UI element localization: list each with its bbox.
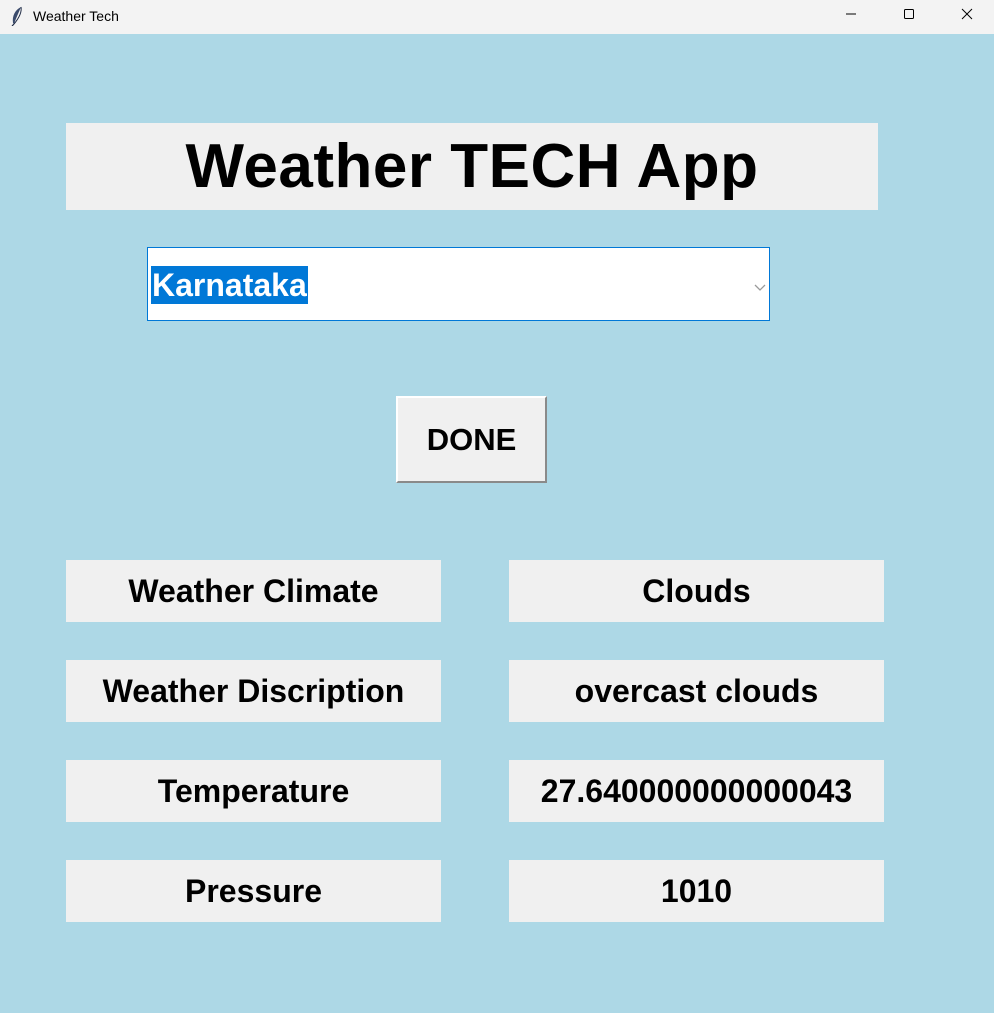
pressure-label: Pressure xyxy=(66,860,441,922)
climate-label: Weather Climate xyxy=(66,560,441,622)
done-button[interactable]: DONE xyxy=(396,396,547,483)
description-value: overcast clouds xyxy=(509,660,884,722)
maximize-icon xyxy=(903,7,915,25)
description-label: Weather Discription xyxy=(66,660,441,722)
state-select[interactable]: Karnataka xyxy=(147,247,770,321)
feather-icon xyxy=(9,6,25,27)
state-select-value[interactable]: Karnataka xyxy=(151,266,308,304)
close-button[interactable] xyxy=(938,0,994,32)
title-bar[interactable]: Weather Tech xyxy=(0,0,994,34)
minimize-icon xyxy=(845,7,857,25)
pressure-value: 1010 xyxy=(509,860,884,922)
temperature-value: 27.640000000000043 xyxy=(509,760,884,822)
maximize-button[interactable] xyxy=(880,0,938,32)
minimize-button[interactable] xyxy=(822,0,880,32)
climate-value: Clouds xyxy=(509,560,884,622)
window-title: Weather Tech xyxy=(33,8,119,24)
app-window: Weather Tech Weather TECH App Karnataka … xyxy=(0,0,994,1013)
close-icon xyxy=(961,7,973,25)
temperature-label: Temperature xyxy=(66,760,441,822)
chevron-down-icon[interactable] xyxy=(753,279,767,291)
app-heading-panel: Weather TECH App xyxy=(66,123,878,210)
app-heading: Weather TECH App xyxy=(185,132,759,201)
